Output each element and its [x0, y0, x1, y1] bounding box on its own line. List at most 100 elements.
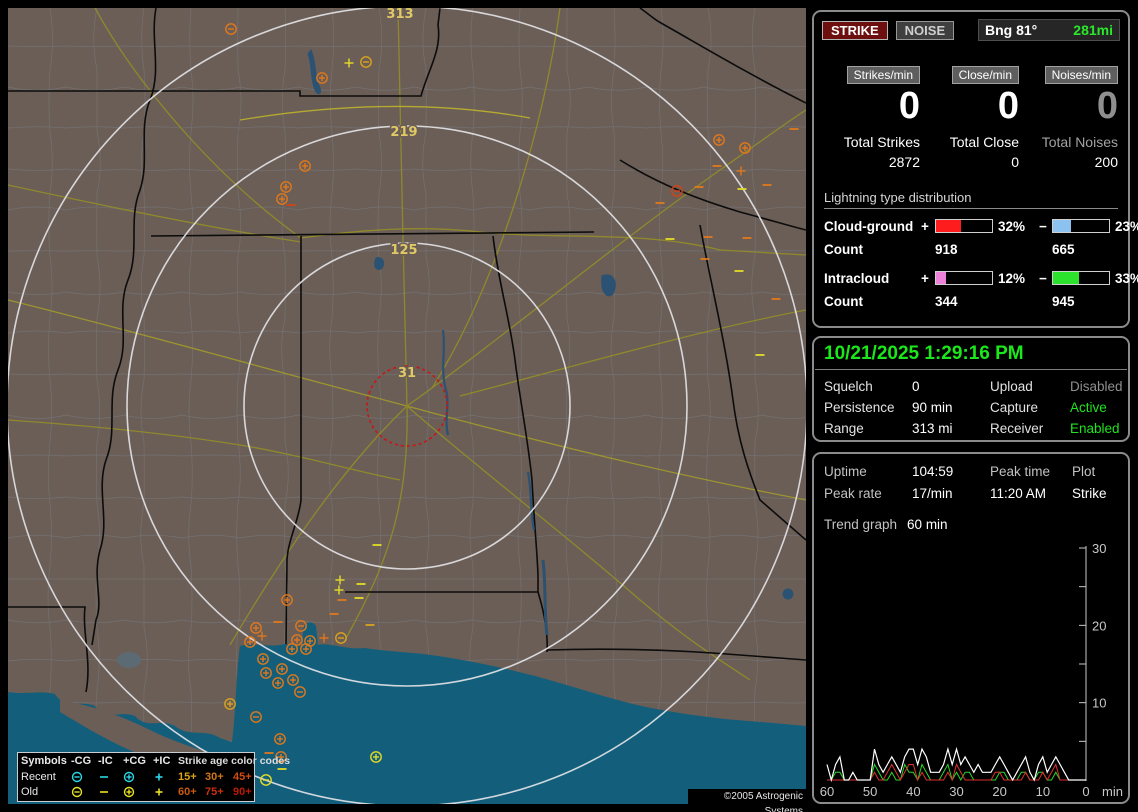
age-code: 90+ — [233, 785, 252, 798]
ic-positive-bar — [935, 271, 993, 286]
age-code: 30+ — [205, 770, 224, 783]
peak-time-label: Peak time — [990, 464, 1051, 479]
nexstorm-window: 313 219 125 31 Symbols -CG -IC +CG +IC Stri… — [0, 0, 1138, 812]
strike-counters-panel: STRIKE NOISE Bng 81° 281mi Strikes/min 0… — [812, 10, 1138, 328]
lightning-distribution: Lightning type distribution Cloud-ground… — [824, 190, 1138, 309]
datetime-display: 10/21/2025 1:29:16 PM — [815, 338, 1127, 370]
noises-per-min-button[interactable]: Noises/min — [1044, 66, 1118, 84]
upload-label: Upload — [990, 379, 1033, 394]
plot-value: Strike — [1072, 486, 1107, 501]
noises-column: Noises/min 0 Total Noises 200 — [1022, 66, 1118, 170]
legend-row-label: Recent — [21, 770, 56, 783]
capture-label: Capture — [990, 400, 1039, 415]
cg-positive-pct: 32% — [998, 218, 1026, 234]
peak-rate-label: Peak rate — [824, 486, 882, 501]
bearing-distance: 281mi — [1073, 22, 1113, 38]
legend-header-symbols: Symbols — [21, 755, 67, 767]
persistence-value: 90 min — [912, 400, 953, 415]
svg-text:10: 10 — [1036, 784, 1050, 799]
upload-status: Disabled — [1070, 379, 1123, 394]
legend-header-nic: -IC — [98, 755, 113, 767]
svg-text:min: min — [1102, 784, 1123, 799]
cloud-ground-label: Cloud-ground — [824, 218, 914, 234]
session-trend-panel: Uptime 104:59 Peak time Plot Peak rate 1… — [812, 452, 1130, 804]
receiver-status: Enabled — [1070, 421, 1120, 436]
close-per-min-button[interactable]: Close/min — [951, 66, 1019, 84]
ring-distance-label: 313 — [386, 8, 413, 22]
plot-label: Plot — [1072, 464, 1096, 479]
plus-sign: + — [921, 218, 929, 234]
legend-header-pic: +IC — [153, 755, 171, 767]
legend-header-ncg: -CG — [71, 755, 92, 767]
range-label: Range — [824, 421, 864, 436]
squelch-label: Squelch — [824, 379, 873, 394]
plus-icon — [153, 771, 178, 783]
svg-text:30: 30 — [949, 784, 963, 799]
status-panel: 10/21/2025 1:29:16 PM Squelch 0 Upload D… — [812, 336, 1130, 442]
uptime-value: 104:59 — [912, 464, 954, 479]
svg-text:10: 10 — [1092, 696, 1106, 711]
lightning-map[interactable]: 313 219 125 31 — [8, 8, 806, 804]
svg-text:50: 50 — [863, 784, 877, 799]
noises-rate: 0 — [1096, 85, 1118, 127]
total-strikes-label: Total Strikes — [843, 133, 920, 150]
total-close-label: Total Close — [949, 133, 1019, 150]
legend-row-label: Old — [21, 785, 39, 798]
ic-positive-count: 344 — [935, 293, 958, 309]
total-strikes-value: 2872 — [888, 153, 920, 170]
total-noises-label: Total Noises — [1041, 133, 1118, 150]
minus-sign: − — [1039, 270, 1047, 286]
count-label: Count — [824, 293, 863, 309]
trend-chart: 10 20 30 60 50 40 30 20 10 0 min — [820, 541, 1123, 799]
ic-positive-pct: 12% — [998, 270, 1026, 286]
plus-sign: + — [921, 270, 929, 286]
cg-negative-bar — [1052, 219, 1110, 234]
peak-time-value: 11:20 AM — [990, 486, 1047, 501]
circle-minus-icon — [71, 786, 98, 798]
cg-negative-count: 665 — [1052, 241, 1075, 257]
age-code: 45+ — [233, 770, 252, 783]
svg-text:20: 20 — [1092, 618, 1106, 633]
strikes-per-min-button[interactable]: Strikes/min — [846, 66, 920, 84]
age-code: 60+ — [178, 785, 197, 798]
trend-graph-label: Trend graph — [824, 517, 898, 532]
minus-sign: − — [1039, 218, 1047, 234]
total-noises-value: 200 — [1094, 153, 1118, 170]
trend-graph-value: 60 min — [907, 517, 948, 532]
total-close-value: 0 — [1011, 153, 1019, 170]
strikes-rate: 0 — [898, 85, 920, 127]
close-column: Close/min 0 Total Close 0 — [923, 66, 1019, 170]
svg-text:40: 40 — [906, 784, 920, 799]
circle-plus-icon — [123, 771, 153, 783]
bearing-value: Bng 81° — [985, 22, 1038, 38]
range-value: 313 mi — [912, 421, 953, 436]
noise-mode-button[interactable]: NOISE — [895, 20, 955, 40]
ring-distance-label: 31 — [398, 366, 416, 381]
plus-icon — [153, 786, 178, 798]
age-code: 75+ — [205, 785, 224, 798]
svg-text:0: 0 — [1082, 784, 1089, 799]
cg-positive-bar — [935, 219, 993, 234]
legend-age-title: Strike age color codes — [178, 755, 291, 767]
distribution-title: Lightning type distribution — [824, 190, 1118, 209]
legend-header-pcg: +CG — [123, 755, 146, 767]
ring-distance-label: 219 — [390, 125, 417, 140]
copyright-notice: ©2005 Astrogenic Systems — [688, 789, 806, 812]
strike-mode-button[interactable]: STRIKE — [822, 20, 888, 40]
svg-text:30: 30 — [1092, 541, 1106, 556]
ic-negative-pct: 33% — [1115, 270, 1138, 286]
cg-negative-pct: 23% — [1115, 218, 1138, 234]
age-code: 15+ — [178, 770, 197, 783]
minus-icon — [98, 786, 123, 798]
receiver-label: Receiver — [990, 421, 1044, 436]
capture-status: Active — [1070, 400, 1107, 415]
svg-text:20: 20 — [992, 784, 1006, 799]
intracloud-label: Intracloud — [824, 270, 890, 286]
count-label: Count — [824, 241, 863, 257]
minus-icon — [98, 771, 123, 783]
bearing-display: Bng 81° 281mi — [978, 19, 1120, 41]
circle-plus-icon — [123, 786, 153, 798]
persistence-label: Persistence — [824, 400, 895, 415]
svg-text:60: 60 — [820, 784, 834, 799]
ic-negative-bar — [1052, 271, 1110, 286]
